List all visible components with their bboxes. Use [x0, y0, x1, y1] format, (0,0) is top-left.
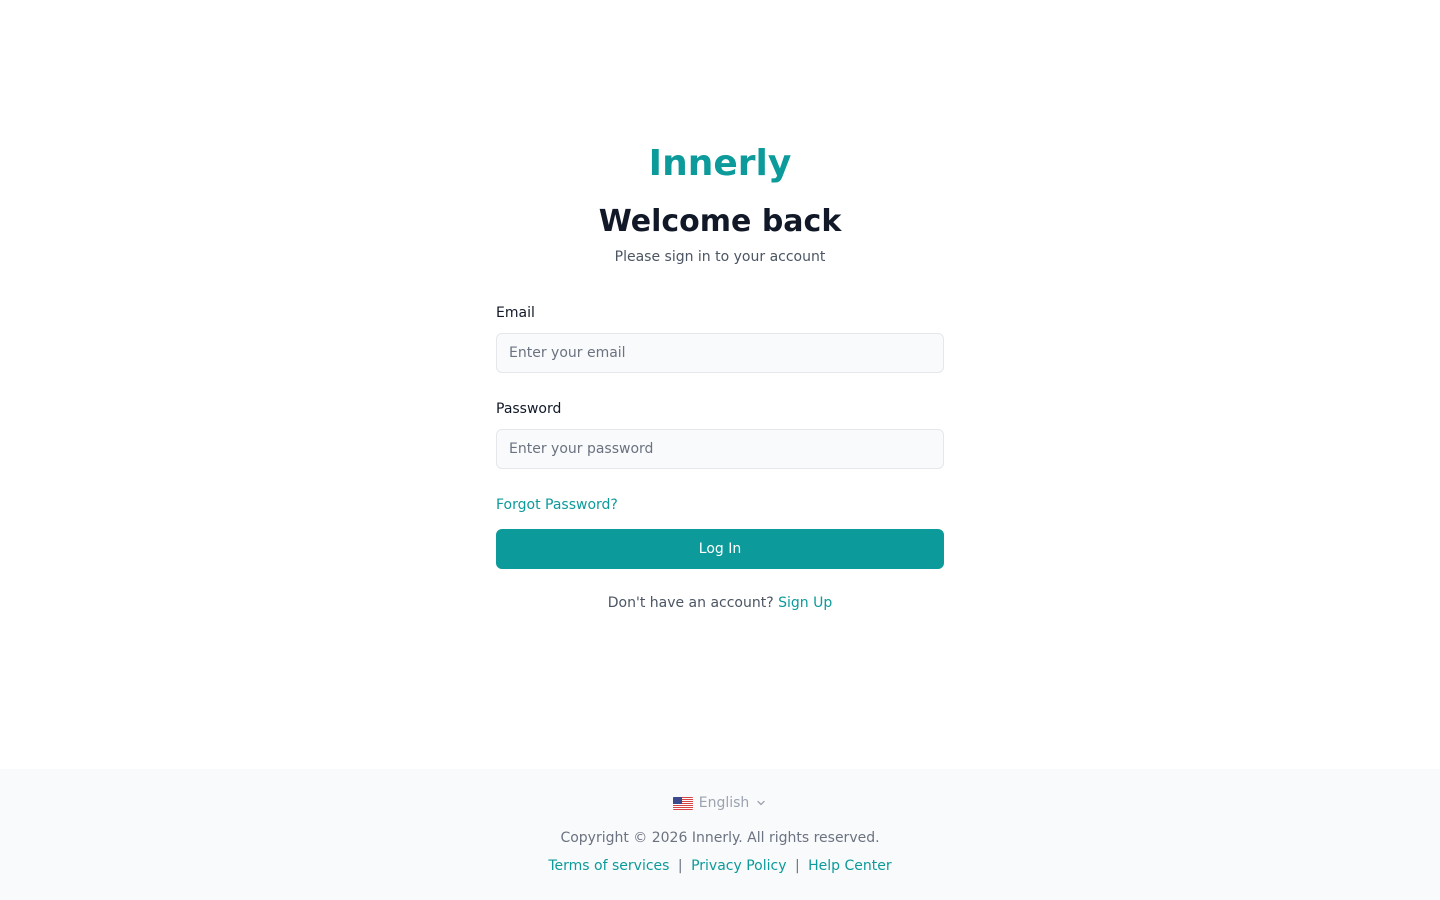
language-label: English — [698, 795, 750, 811]
forgot-password-link[interactable]: Forgot Password? — [496, 495, 618, 515]
password-label: Password — [496, 401, 562, 417]
help-center-link[interactable]: Help Center — [808, 858, 892, 874]
login-card: Innerly Welcome back Please sign in to y… — [496, 140, 944, 613]
terms-link[interactable]: Terms of services — [548, 858, 669, 874]
copyright-text: Copyright © 2026 Innerly. All rights res… — [560, 830, 880, 846]
signup-row: Don't have an account? Sign Up — [496, 593, 944, 613]
page-title: Welcome back — [598, 204, 842, 239]
email-field[interactable] — [496, 333, 944, 373]
chevron-down-icon — [757, 800, 765, 806]
link-separator: | — [794, 858, 800, 874]
password-field[interactable] — [496, 429, 944, 469]
language-selector[interactable]: English — [672, 793, 768, 813]
login-page: Innerly Welcome back Please sign in to y… — [0, 0, 1440, 900]
us-flag-icon — [672, 796, 693, 810]
privacy-link[interactable]: Privacy Policy — [691, 858, 786, 874]
link-separator: | — [677, 858, 683, 874]
email-label: Email — [496, 305, 535, 321]
signup-link[interactable]: Sign Up — [778, 595, 832, 611]
login-button[interactable]: Log In — [496, 529, 944, 569]
main-area: Innerly Welcome back Please sign in to y… — [0, 0, 1440, 769]
footer-links: Terms of services | Privacy Policy | Hel… — [0, 856, 1440, 876]
signup-prompt: Don't have an account? — [607, 595, 774, 611]
footer: English Copyright © 2026 Innerly. All ri… — [0, 769, 1440, 900]
brand-logo: Innerly — [648, 143, 792, 184]
page-subtitle: Please sign in to your account — [614, 249, 826, 265]
language-row: English — [0, 793, 1440, 816]
